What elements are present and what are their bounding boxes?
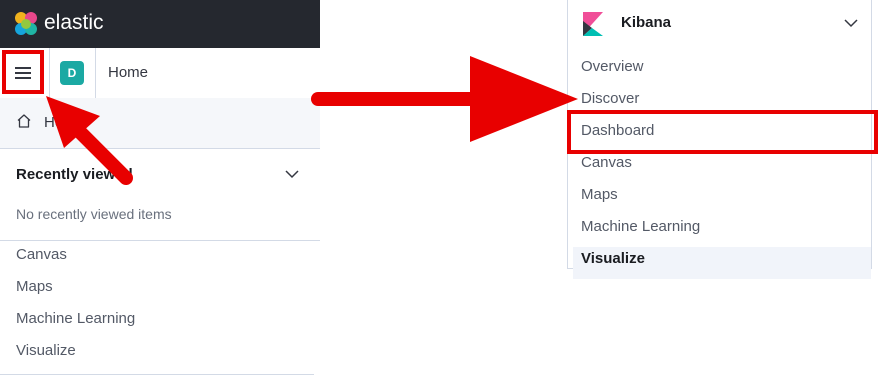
chevron-down-icon[interactable]	[284, 166, 300, 182]
breadcrumb: Home	[108, 64, 149, 81]
left-nav-list: Canvas Maps Machine Learning Visualize	[16, 245, 135, 373]
kibana-nav-item-maps[interactable]: Maps	[573, 183, 871, 215]
left-nav-item-maps[interactable]: Maps	[16, 277, 135, 309]
left-nav-item-machine-learning[interactable]: Machine Learning	[16, 309, 135, 341]
arrow-head-dashboard	[470, 56, 578, 142]
space-avatar[interactable]: D	[60, 61, 84, 85]
divider	[95, 48, 96, 98]
divider	[0, 240, 320, 241]
kibana-nav-item-machine-learning[interactable]: Machine Learning	[573, 215, 871, 247]
home-icon	[17, 114, 31, 128]
highlight-box-menu	[2, 50, 44, 94]
elastic-logo-icon	[15, 12, 37, 35]
header-row	[0, 48, 320, 99]
kibana-nav-list: Overview Discover Dashboard Canvas Maps …	[573, 55, 871, 279]
recently-viewed-empty-text: No recently viewed items	[16, 206, 172, 222]
brand-name[interactable]: elastic	[44, 11, 104, 35]
highlight-box-dashboard	[567, 110, 878, 154]
kibana-nav-item-visualize[interactable]: Visualize	[573, 247, 871, 279]
divider	[0, 374, 314, 375]
left-nav-item-canvas[interactable]: Canvas	[16, 245, 135, 277]
divider	[49, 48, 50, 98]
kibana-nav-item-canvas[interactable]: Canvas	[573, 151, 871, 183]
left-nav-item-visualize[interactable]: Visualize	[16, 341, 135, 373]
kibana-nav-item-overview[interactable]: Overview	[573, 55, 871, 87]
kibana-section-title[interactable]: Kibana	[621, 14, 671, 31]
home-link[interactable]: Home	[44, 114, 84, 131]
kibana-logo-icon	[583, 12, 603, 36]
chevron-down-icon[interactable]	[843, 15, 859, 31]
recently-viewed-title[interactable]: Recently viewed	[16, 166, 133, 183]
